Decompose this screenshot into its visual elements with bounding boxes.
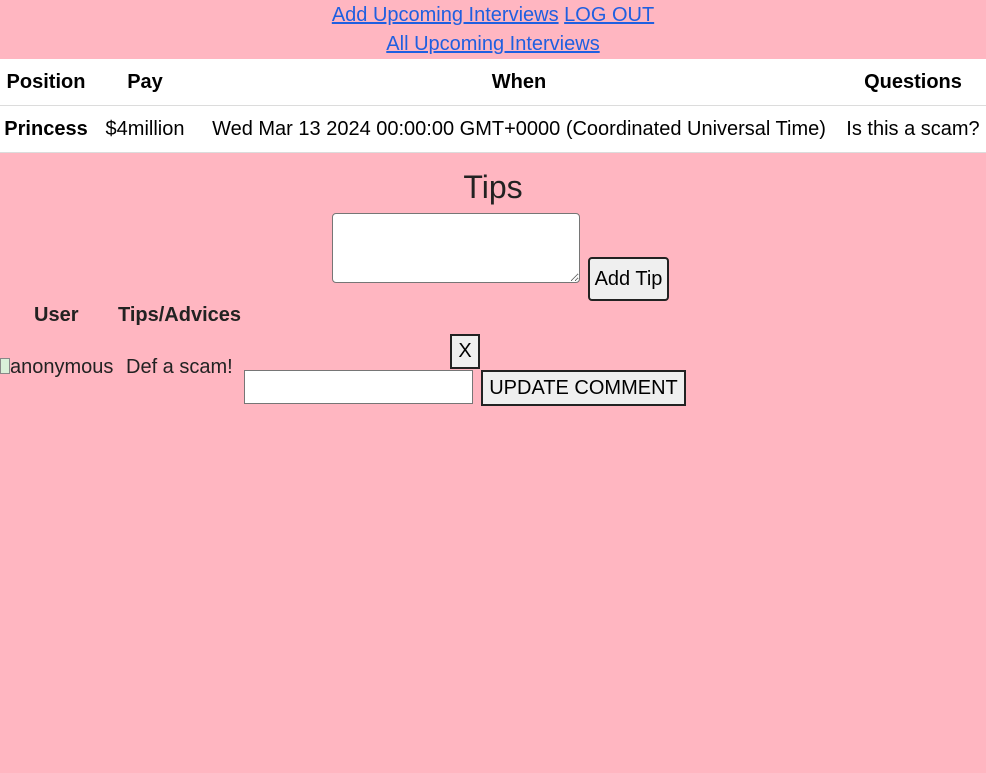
header-position: Position — [0, 59, 92, 106]
tips-header-advices: Tips/Advices — [118, 304, 242, 326]
avatar-alt-text: anonymous — [10, 356, 114, 378]
tip-text: Def a scam! — [126, 356, 233, 378]
cell-when: Wed Mar 13 2024 00:00:00 GMT+0000 (Coord… — [198, 105, 840, 153]
broken-image-icon — [0, 358, 10, 374]
header-questions: Questions — [840, 59, 986, 106]
all-upcoming-interviews-link[interactable]: All Upcoming Interviews — [386, 33, 599, 55]
cell-position: Princess — [0, 105, 92, 153]
comment-input[interactable] — [244, 370, 473, 404]
logout-link[interactable]: LOG OUT — [564, 4, 654, 26]
update-comment-button[interactable]: UPDATE COMMENT — [481, 370, 686, 406]
user-avatar: anonymous — [0, 356, 113, 379]
header-when: When — [198, 59, 840, 106]
nav-row-secondary: All Upcoming Interviews — [0, 29, 986, 59]
interviews-table: Position Pay When Questions Princess $4m… — [0, 59, 986, 153]
cell-pay: $4million — [92, 105, 198, 153]
tips-header-user: User — [34, 304, 79, 326]
interviews-header-row: Position Pay When Questions — [0, 59, 986, 106]
tips-title: Tips — [463, 169, 523, 205]
nav-row-primary: Add Upcoming Interviews LOG OUT — [0, 0, 986, 29]
header-pay: Pay — [92, 59, 198, 106]
cell-questions: Is this a scam? — [840, 105, 986, 153]
tip-textarea[interactable] — [332, 213, 580, 283]
add-upcoming-interviews-link[interactable]: Add Upcoming Interviews — [332, 4, 559, 26]
add-tip-button[interactable]: Add Tip — [588, 257, 669, 301]
top-nav: Add Upcoming Interviews LOG OUT All Upco… — [0, 0, 986, 59]
table-row: Princess $4million Wed Mar 13 2024 00:00… — [0, 105, 986, 153]
delete-tip-button[interactable]: X — [450, 334, 480, 369]
